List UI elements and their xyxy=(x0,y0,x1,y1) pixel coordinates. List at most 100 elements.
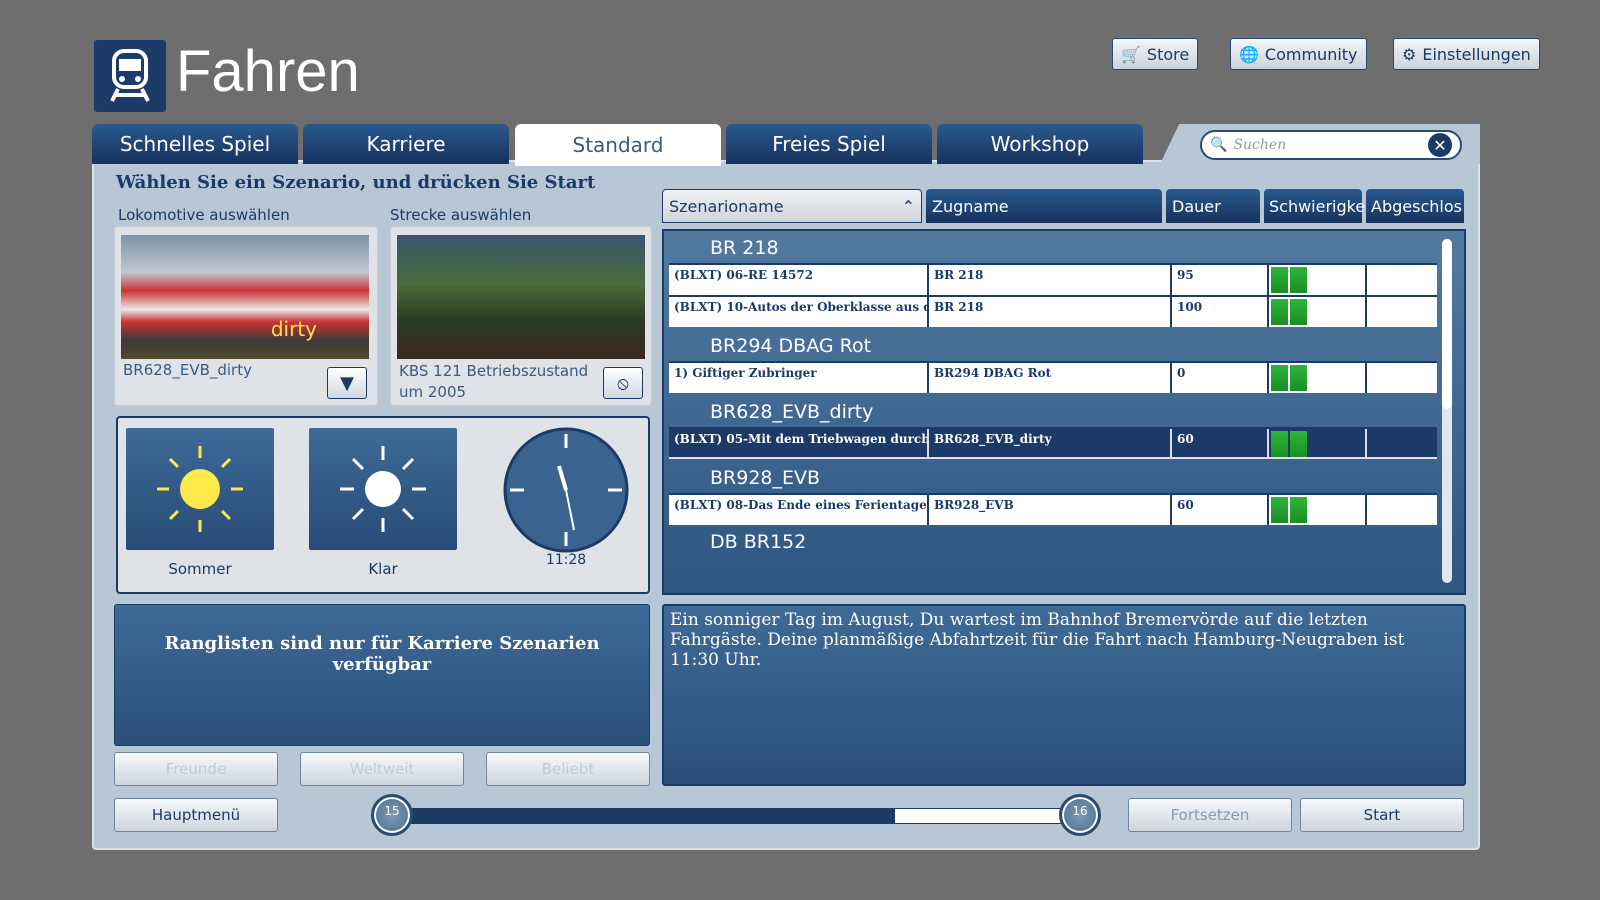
tab-free-play[interactable]: Freies Spiel xyxy=(726,124,932,164)
table-row[interactable]: (BLXT) 06-RE 14572 BR 218 95 xyxy=(669,263,1437,295)
search-input[interactable]: 🔍 Suchen ✕ xyxy=(1200,130,1462,160)
table-row[interactable]: (BLXT) 10-Autos der Oberklasse aus dem N… xyxy=(669,295,1437,327)
time-label: 11:28 xyxy=(545,552,587,568)
tab-workshop[interactable]: Workshop xyxy=(937,124,1143,164)
popular-button[interactable]: Beliebt xyxy=(486,752,650,786)
level-next-badge: 16 xyxy=(1059,794,1101,836)
store-label: Store xyxy=(1146,44,1190,64)
level-start-badge: 15 xyxy=(371,794,413,836)
duration-cell: 0 xyxy=(1172,363,1269,393)
group-header: DB BR152 xyxy=(710,531,807,553)
loco-image-text: dirty xyxy=(270,317,317,341)
globe-icon: 🌐 xyxy=(1239,44,1259,64)
column-difficulty[interactable]: Schwierigke xyxy=(1264,189,1365,223)
season-label: Sommer xyxy=(168,560,232,578)
train-logo-icon xyxy=(94,40,166,112)
level-progress-bar xyxy=(410,808,1062,824)
difficulty-bar xyxy=(1269,297,1367,327)
column-train-name[interactable]: Zugname xyxy=(926,189,1162,223)
search-icon: 🔍 xyxy=(1210,137,1228,153)
start-button[interactable]: Start xyxy=(1300,798,1464,832)
filter-button[interactable]: ▼ xyxy=(327,367,367,399)
store-button[interactable]: 🛒 Store xyxy=(1112,38,1199,70)
scenario-cell: (BLXT) 05-Mit dem Triebwagen durch die E… xyxy=(669,429,929,457)
loco-card[interactable]: dirty BR628_EVB_dirty ▼ xyxy=(114,226,378,406)
duration-cell: 60 xyxy=(1172,495,1269,525)
clock-icon[interactable] xyxy=(502,426,630,554)
tab-quick-play[interactable]: Schnelles Spiel xyxy=(92,124,298,164)
table-row[interactable]: 1) Giftiger Zubringer BR294 DBAG Rot 0 xyxy=(669,361,1437,393)
continue-button[interactable]: Fortsetzen xyxy=(1128,798,1292,832)
train-cell: BR928_EVB xyxy=(929,495,1172,525)
duration-cell: 60 xyxy=(1172,429,1269,457)
difficulty-bar xyxy=(1269,265,1367,295)
difficulty-bar xyxy=(1269,429,1367,457)
route-card[interactable]: KBS 121 Betriebszustand um 2005 ⦸ xyxy=(390,226,652,406)
instruction-text: Wählen Sie ein Szenario, und drücken Sie… xyxy=(116,172,596,193)
level-progress-fill xyxy=(411,809,896,823)
scenario-cell: (BLXT) 10-Autos der Oberklasse aus dem N… xyxy=(669,297,929,327)
settings-button[interactable]: ⚙ Einstellungen xyxy=(1393,38,1540,70)
weather-button[interactable] xyxy=(309,428,457,550)
group-header: BR294 DBAG Rot xyxy=(710,335,872,357)
season-button[interactable] xyxy=(126,428,274,550)
completed-cell xyxy=(1367,495,1437,525)
sun-icon xyxy=(157,446,243,532)
duration-cell: 95 xyxy=(1172,265,1269,295)
community-button[interactable]: 🌐 Community xyxy=(1230,38,1367,70)
difficulty-bar xyxy=(1269,495,1367,525)
clear-route-button[interactable]: ⦸ xyxy=(603,367,643,399)
table-row-selected[interactable]: (BLXT) 05-Mit dem Triebwagen durch die E… xyxy=(669,427,1437,459)
route-name: KBS 121 Betriebszustand um 2005 xyxy=(399,362,589,401)
route-image xyxy=(397,235,645,359)
leaderboard-message: Ranglisten sind nur für Karriere Szenari… xyxy=(114,604,650,746)
gear-icon: ⚙ xyxy=(1402,44,1417,64)
loco-name: BR628_EVB_dirty xyxy=(123,361,252,379)
column-completed[interactable]: Abgeschlos xyxy=(1366,189,1464,223)
train-cell: BR 218 xyxy=(929,265,1172,295)
scenario-description: Ein sonniger Tag im August, Du wartest i… xyxy=(662,604,1466,786)
duration-cell: 100 xyxy=(1172,297,1269,327)
column-duration[interactable]: Dauer xyxy=(1166,189,1260,223)
difficulty-bar xyxy=(1269,363,1367,393)
completed-cell xyxy=(1367,429,1437,457)
conditions-panel: Sommer Klar 11:28 xyxy=(116,416,650,594)
page-title: Fahren xyxy=(176,39,360,104)
community-label: Community xyxy=(1264,44,1358,64)
completed-cell xyxy=(1367,297,1437,327)
cart-icon: 🛒 xyxy=(1121,44,1141,64)
clear-sky-icon xyxy=(340,446,426,532)
scrollbar[interactable] xyxy=(1442,239,1452,583)
scenario-cell: (BLXT) 06-RE 14572 xyxy=(669,265,929,295)
filter-icon: ▼ xyxy=(340,372,354,394)
train-cell: BR628_EVB_dirty xyxy=(929,429,1172,457)
settings-label: Einstellungen xyxy=(1422,44,1531,64)
group-header: BR628_EVB_dirty xyxy=(710,401,874,423)
no-entry-icon: ⦸ xyxy=(617,372,629,394)
loco-image: dirty xyxy=(121,235,369,359)
tab-career[interactable]: Karriere xyxy=(303,124,509,164)
scenario-cell: 1) Giftiger Zubringer xyxy=(669,363,929,393)
column-scenario-name[interactable]: Szenarioname ⌃ xyxy=(662,189,922,223)
completed-cell xyxy=(1367,363,1437,393)
clear-search-icon[interactable]: ✕ xyxy=(1428,133,1452,157)
route-label: Strecke auswählen xyxy=(390,206,532,224)
column-label: Szenarioname xyxy=(669,196,784,216)
loco-label: Lokomotive auswählen xyxy=(118,206,290,224)
group-header: BR 218 xyxy=(710,237,779,259)
main-menu-button[interactable]: Hauptmenü xyxy=(114,798,278,832)
completed-cell xyxy=(1367,265,1437,295)
train-cell: BR294 DBAG Rot xyxy=(929,363,1172,393)
scenario-cell: (BLXT) 08-Das Ende eines Ferientages... xyxy=(669,495,929,525)
sort-ascending-icon: ⌃ xyxy=(901,196,915,216)
scrollbar-thumb[interactable] xyxy=(1442,239,1452,409)
train-cell: BR 218 xyxy=(929,297,1172,327)
weather-label: Klar xyxy=(368,560,398,578)
group-header: BR928_EVB xyxy=(710,467,821,489)
worldwide-button[interactable]: Weltweit xyxy=(300,752,464,786)
tab-standard[interactable]: Standard xyxy=(515,124,721,166)
scenario-list: BR 218 (BLXT) 06-RE 14572 BR 218 95 (BLXT)… xyxy=(662,229,1466,595)
friends-button[interactable]: Freunde xyxy=(114,752,278,786)
table-row[interactable]: (BLXT) 08-Das Ende eines Ferientages... B… xyxy=(669,493,1437,525)
search-placeholder: Suchen xyxy=(1233,137,1287,153)
